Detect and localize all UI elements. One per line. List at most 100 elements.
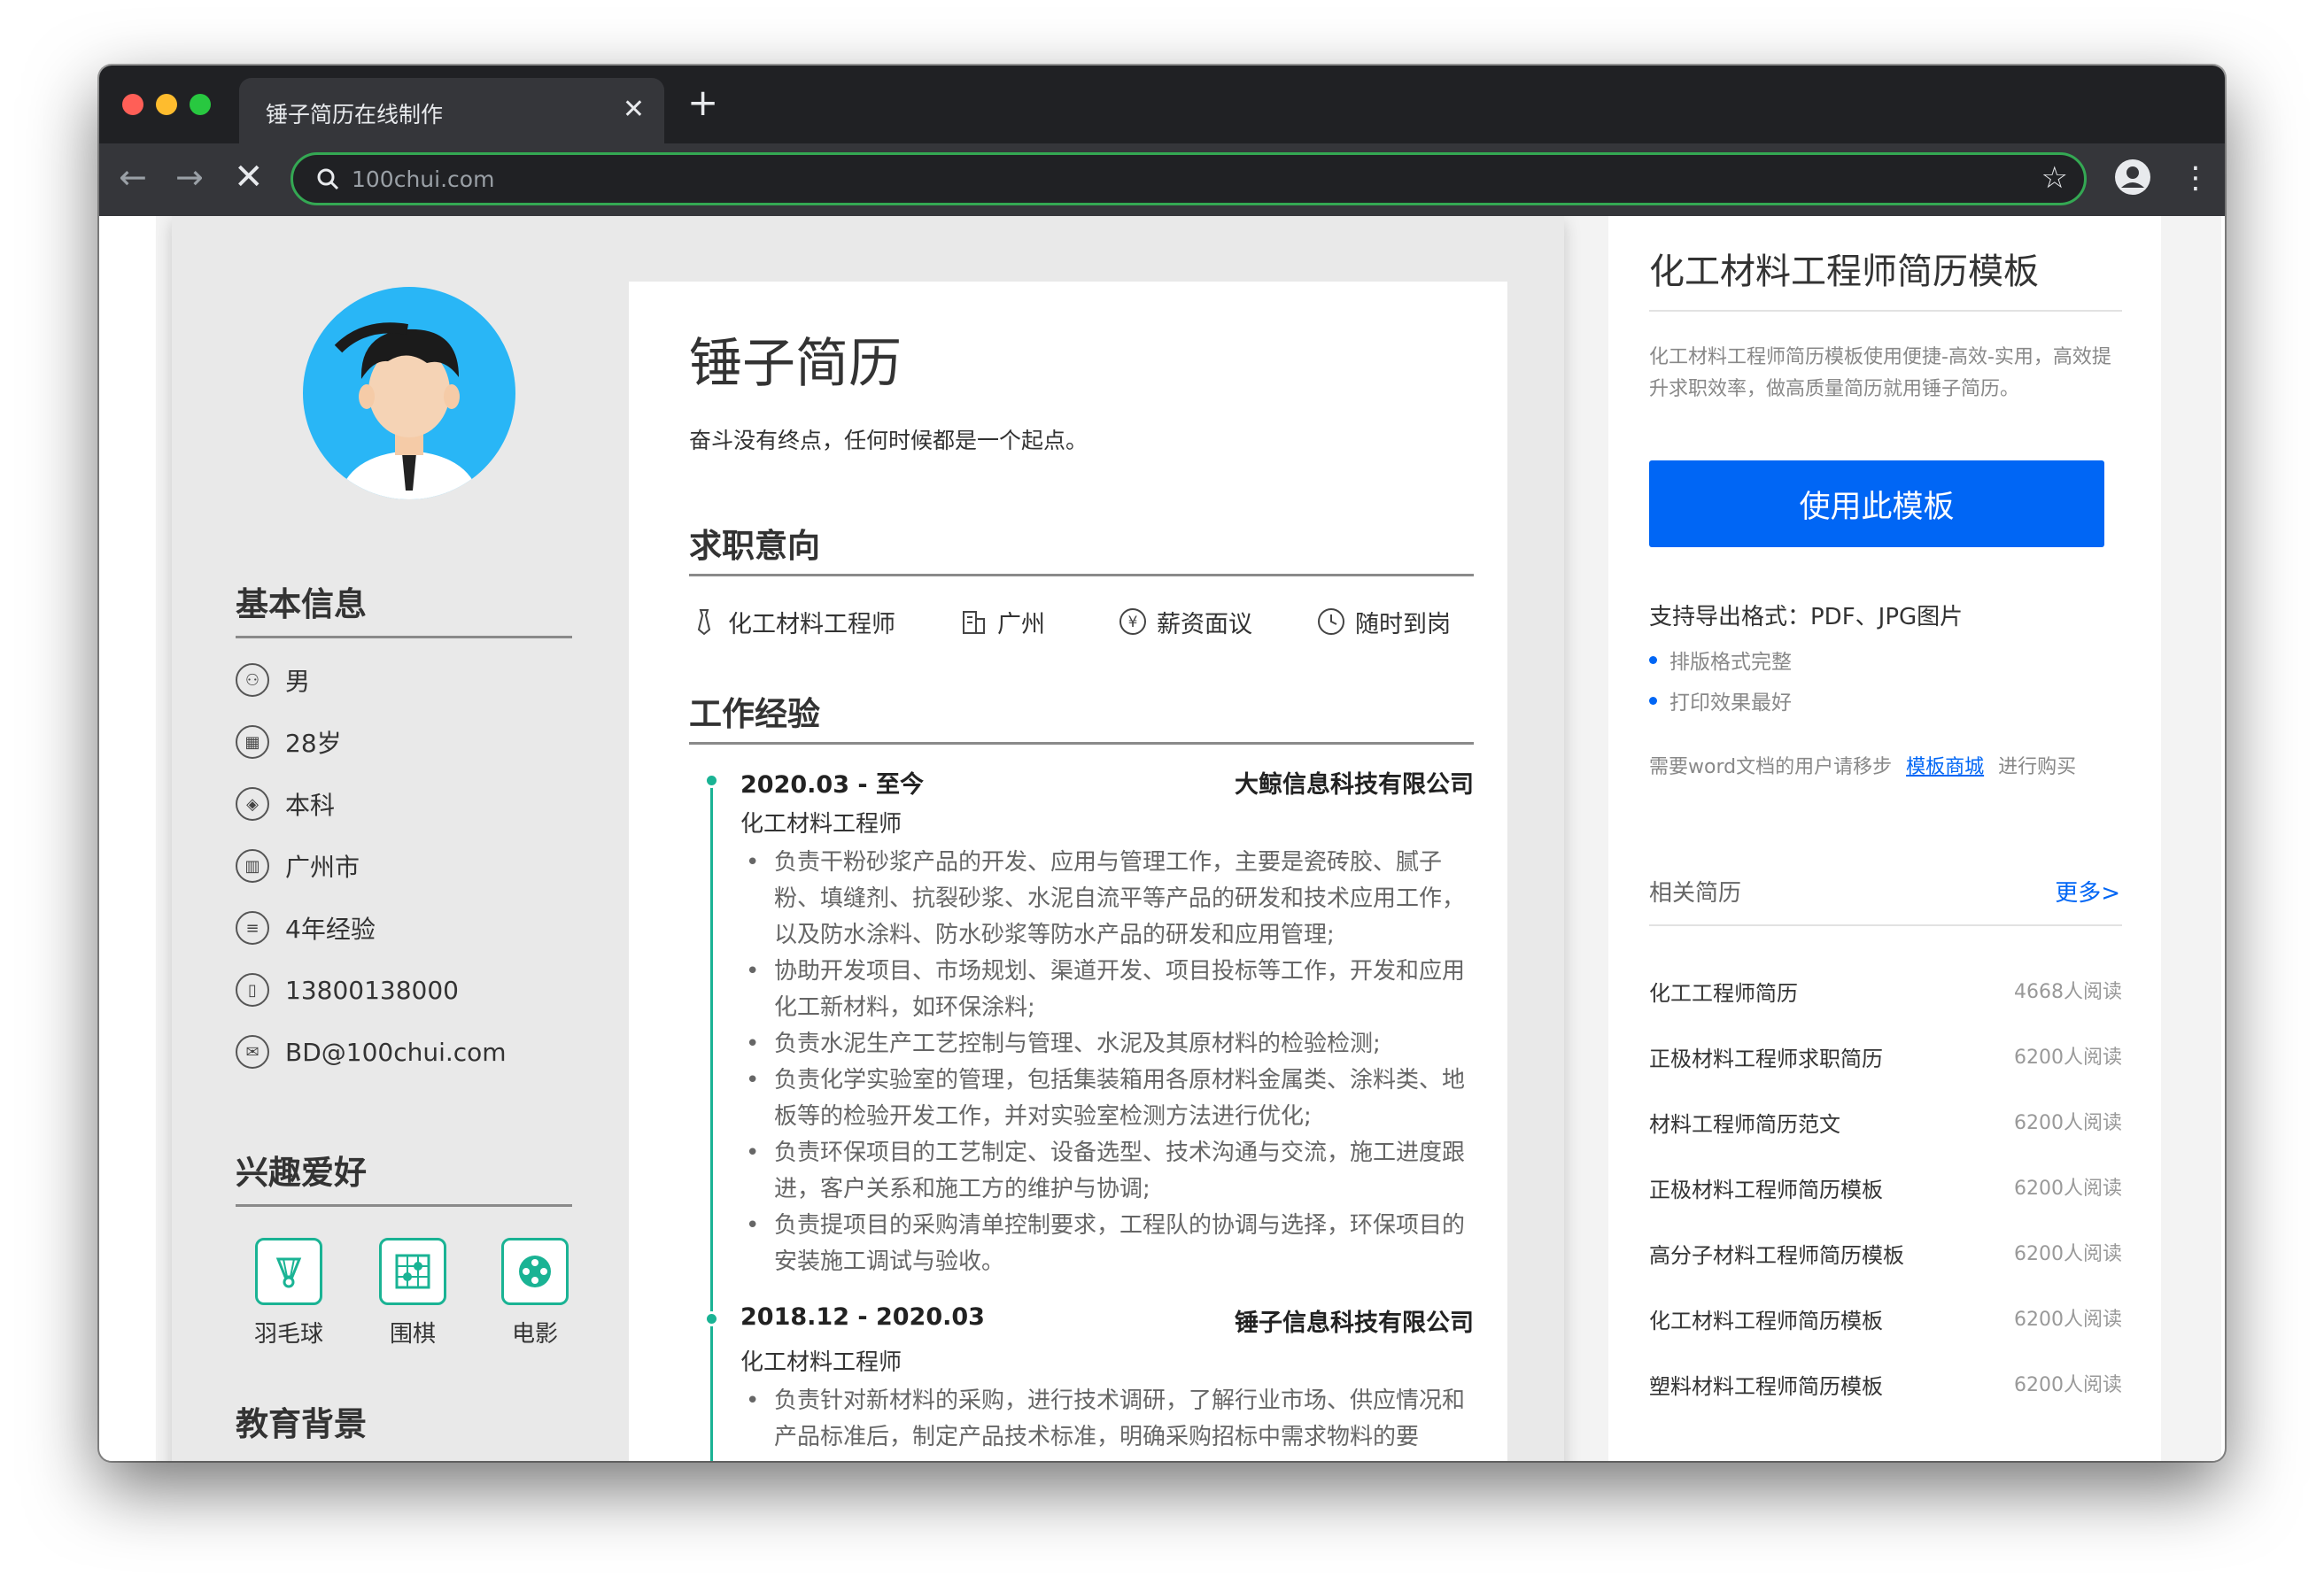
feature-bullet: 打印效果最好 (1649, 685, 1792, 715)
hobby-go: 围棋 (360, 1238, 466, 1349)
bullet-dot (1649, 655, 1657, 664)
document-icon: ≡ (236, 911, 269, 945)
related-item-reads: 6200人阅读 (2014, 1178, 2122, 1200)
timeline-dot (704, 773, 719, 788)
info-experience-text: 4年经验 (285, 915, 376, 944)
close-tab-icon[interactable]: ✕ (623, 94, 645, 125)
job-title: 化工材料工程师 (740, 1349, 902, 1376)
page-viewport: 基本信息 ⚇ 男 ▦ 28岁 ◈ 本科 ▥ 广州市 ≡ 4年经验 ▯ 13800… (103, 216, 2221, 1461)
tab-active[interactable]: 锤子简历在线制作 ✕ (239, 78, 664, 143)
info-email: ✉ BD@100chui.com (236, 1032, 507, 1071)
tab-strip: 锤子简历在线制作 ✕ + (99, 66, 2225, 143)
info-education-text: 本科 (285, 791, 336, 820)
timeline-dot (704, 1311, 719, 1326)
address-bar[interactable]: 100chui.com ☆ (290, 152, 2087, 205)
duty-item: 负责针对新材料的采购，进行技术调研，了解行业市场、供应情况和产品标准后，制定产品… (740, 1383, 1476, 1456)
film-reel-icon (501, 1238, 569, 1305)
related-item-reads: 6200人阅读 (2014, 1309, 2122, 1331)
feature-bullet-text: 打印效果最好 (1669, 692, 1792, 715)
related-item[interactable]: 塑料材料工程师简历模板 6200人阅读 (1649, 1369, 2122, 1400)
related-resumes-title: 相关简历 (1649, 880, 1742, 907)
related-item-reads: 6200人阅读 (2014, 1047, 2122, 1069)
basic-info-divider (236, 636, 572, 638)
related-item[interactable]: 化工材料工程师简历模板 6200人阅读 (1649, 1303, 2122, 1334)
related-item-name[interactable]: 塑料材料工程师简历模板 (1649, 1369, 1883, 1400)
related-item[interactable]: 正极材料工程师求职简历 6200人阅读 (1649, 1041, 2122, 1072)
info-experience: ≡ 4年经验 (236, 908, 376, 947)
bookmark-star-icon[interactable]: ☆ (2041, 160, 2068, 196)
profile-icon[interactable] (2113, 158, 2152, 197)
related-divider (1649, 924, 2122, 926)
word-doc-note-text: 需要word文档的用户请移步 (1649, 756, 1893, 778)
mail-icon: ✉ (236, 1035, 269, 1069)
related-item[interactable]: 正极材料工程师简历模板 6200人阅读 (1649, 1172, 2122, 1203)
close-window-button[interactable] (122, 94, 143, 115)
browser-toolbar: ← → ✕ 100chui.com ☆ ⋮ (99, 143, 2225, 216)
info-gender-text: 男 (285, 667, 311, 696)
stop-loading-icon[interactable]: ✕ (234, 158, 264, 197)
job-company: 大鲸信息科技有限公司 (1235, 771, 1474, 799)
related-item-reads: 4668人阅读 (2014, 981, 2122, 1003)
more-menu-icon[interactable]: ⋮ (2181, 156, 2211, 200)
new-tab-button[interactable]: + (687, 81, 718, 124)
use-template-button[interactable]: 使用此模板 (1649, 460, 2104, 547)
job-duties-list: 负责干粉砂浆产品的开发、应用与管理工作，主要是瓷砖胶、腻子粉、填缝剂、抗裂砂浆、… (740, 845, 1476, 1280)
more-link[interactable]: 更多> (2055, 875, 2120, 908)
info-education: ◈ 本科 (236, 784, 335, 823)
sidebar-title-divider (1649, 310, 2122, 312)
job-date: 2020.03 - 至今 (740, 771, 924, 799)
job-company: 锤子信息科技有限公司 (1235, 1310, 1474, 1337)
hobby-divider (236, 1204, 572, 1207)
intent-city: 广州 (958, 602, 1045, 641)
yen-icon: ¥ (1119, 608, 1146, 635)
hobby-go-label: 围棋 (389, 1321, 436, 1348)
info-age: ▦ 28岁 (236, 723, 342, 761)
browser-window: 锤子简历在线制作 ✕ + ← → ✕ 100chui.com ☆ ⋮ 基本信息 … (99, 66, 2225, 1461)
page-left-gutter (103, 216, 156, 1461)
avatar (303, 287, 515, 499)
duty-item: 负责提项目的采购清单控制要求，工程队的协调与选择，环保项目的安装施工调试与验收。 (740, 1208, 1476, 1280)
template-description: 化工材料工程师简历模板使用便捷-高效-实用，高效提升求职效率，做高质量简历就用锤… (1649, 346, 2111, 400)
building-icon (963, 611, 985, 634)
intent-city-text: 广州 (997, 610, 1045, 638)
intent-position: 化工材料工程师 (689, 602, 895, 641)
job-title: 化工材料工程师 (740, 811, 902, 838)
job-intent-title: 求职意向 (689, 527, 820, 565)
related-item-name[interactable]: 正极材料工程师简历模板 (1649, 1172, 1883, 1203)
related-item-reads: 6200人阅读 (2014, 1112, 2122, 1134)
related-item-name[interactable]: 材料工程师简历范文 (1649, 1107, 1840, 1138)
job-intent-divider (689, 574, 1474, 576)
back-arrow-icon[interactable]: ← (119, 158, 147, 197)
template-store-link[interactable]: 模板商城 (1906, 756, 1984, 778)
related-item-name[interactable]: 化工材料工程师简历模板 (1649, 1303, 1883, 1334)
related-item-name[interactable]: 高分子材料工程师简历模板 (1649, 1238, 1904, 1269)
work-experience-divider (689, 742, 1474, 745)
hobby-title: 兴趣爱好 (236, 1154, 367, 1192)
maximize-window-button[interactable] (190, 94, 211, 115)
gender-icon: ⚇ (236, 663, 269, 697)
related-item-name[interactable]: 正极材料工程师求职简历 (1649, 1041, 1883, 1072)
avatar-illustration (303, 287, 515, 499)
search-icon (317, 168, 339, 190)
related-item[interactable]: 化工工程师简历 4668人阅读 (1649, 976, 2122, 1007)
feature-bullet: 排版格式完整 (1649, 645, 1792, 675)
duty-item: 负责环保项目的工艺制定、设备选型、技术沟通与交流，施工进度跟进，客户关系和施工方… (740, 1135, 1476, 1208)
minimize-window-button[interactable] (156, 94, 177, 115)
related-item-reads: 6200人阅读 (2014, 1243, 2122, 1265)
building-icon: ▥ (236, 849, 269, 883)
resume-main-panel: 锤子简历 奋斗没有终点，任何时候都是一个起点。 求职意向 化工材料工程师 广州 … (629, 282, 1507, 1461)
badminton-icon (255, 1238, 322, 1305)
related-item-name[interactable]: 化工工程师简历 (1649, 976, 1798, 1007)
intent-position-text: 化工材料工程师 (728, 610, 895, 638)
intent-salary: ¥ 薪资面议 (1118, 602, 1252, 641)
resume-name: 锤子简历 (689, 333, 902, 395)
word-doc-note-suffix: 进行购买 (1998, 756, 2077, 778)
duty-item: 负责水泥生产工艺控制与管理、水泥及其原材料的检验检测; (740, 1026, 1476, 1063)
work-experience-title: 工作经验 (689, 695, 820, 733)
duty-item: 协助开发项目、市场规划、渠道开发、项目投标等工作，开发和应用化工新材料，如环保涂… (740, 954, 1476, 1026)
forward-arrow-icon[interactable]: → (175, 158, 204, 197)
intent-salary-text: 薪资面议 (1157, 610, 1252, 638)
related-item[interactable]: 高分子材料工程师简历模板 6200人阅读 (1649, 1238, 2122, 1269)
related-item[interactable]: 材料工程师简历范文 6200人阅读 (1649, 1107, 2122, 1138)
page-right-gutter (2161, 216, 2221, 1461)
